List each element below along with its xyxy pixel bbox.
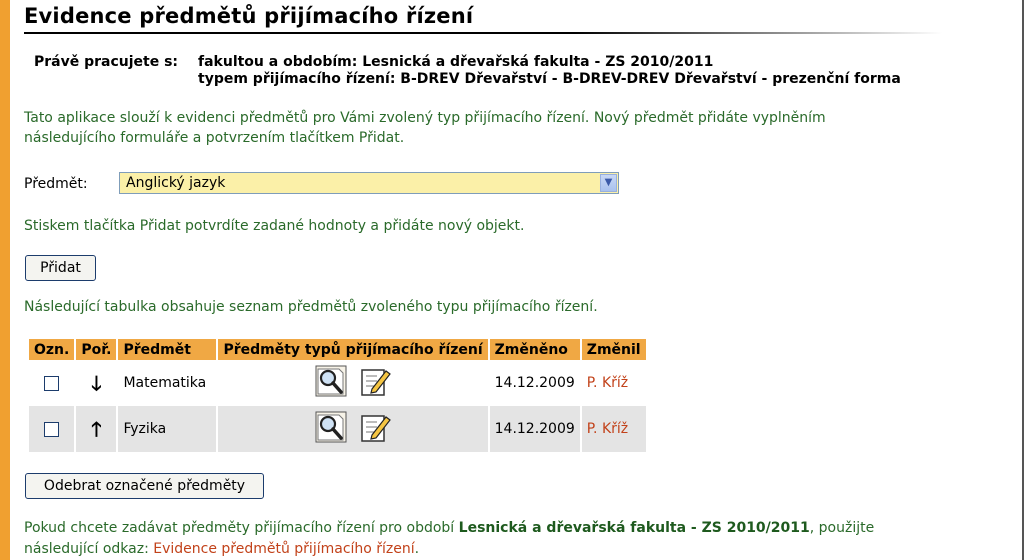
row-order-cell: 🡓 [76,360,117,406]
row-subject: Fyzika [118,406,217,452]
row-changed-by: P. Kříž [581,406,646,452]
row-subject: Matematika [118,360,217,406]
footer-period: Lesnická a dřevařská fakulta - ZS 2010/2… [458,520,810,536]
arrow-up-icon[interactable]: 🡑 [91,417,101,441]
footer-text: Pokud chcete zadávat předměty přijímacíh… [24,518,1024,560]
chevron-down-icon[interactable]: ▼ [600,174,617,192]
header-subject: Předmět [118,339,217,360]
row-changed: 14.12.2009 [489,406,580,452]
table-row: 🡓 Matematika 14.12.2009 P. Kříž [29,360,646,406]
changed-by-link[interactable]: P. Kříž [587,421,628,437]
row-mark-cell [29,360,75,406]
left-accent-bar [0,0,10,560]
intro-text: Tato aplikace slouží k evidenci předmětů… [24,108,1024,148]
remove-selected-button[interactable]: Odebrat označené předměty [25,473,264,499]
table-header-row: Ozn. Poř. Předmět Předměty typů přijímac… [29,339,646,360]
add-button[interactable]: Přidat [25,255,96,281]
context-admission-type: typem přijímacího řízení: B-DREV Dřevařs… [198,71,901,87]
arrow-down-icon[interactable]: 🡓 [91,371,101,395]
header-changed: Změněno [489,339,580,360]
add-hint: Stiskem tlačítka Přidat potvrdíte zadané… [24,218,525,234]
footer-link-tail: . [414,541,420,557]
header-order: Poř. [76,339,117,360]
footer-line-1: Pokud chcete zadávat předměty přijímacíh… [24,518,1024,539]
edit-icon[interactable] [359,411,392,447]
context-faculty-period: fakultou a obdobím: Lesnická a dřevařská… [198,54,714,70]
row-actions-cell [218,360,488,406]
title-underline [24,32,942,34]
row-actions-cell [218,406,488,452]
subject-label: Předmět: [24,176,88,192]
intro-line-2: následujícího formuláře a potvrzením tla… [24,130,405,146]
footer-link-prefix: následující odkaz: [24,541,154,557]
header-admission-subjects: Předměty typů přijímacího řízení [218,339,488,360]
header-mark: Ozn. [29,339,75,360]
changed-by-link[interactable]: P. Kříž [587,375,628,391]
row-changed-by: P. Kříž [581,360,646,406]
subjects-table: Ozn. Poř. Předmět Předměty typů přijímac… [27,339,648,452]
intro-line-1: Tato aplikace slouží k evidenci předmětů… [24,110,826,126]
footer-line-2: následující odkaz: Evidence předmětů při… [24,539,1024,560]
table-caption: Následující tabulka obsahuje seznam před… [24,299,598,315]
footer-text-after: , použijte [809,520,875,536]
subject-select[interactable]: Anglický jazyk ▼ [119,172,619,194]
edit-icon[interactable] [359,365,392,401]
magnifier-icon[interactable] [315,365,347,401]
page-title: Evidence předmětů přijímacího řízení [24,4,474,28]
row-changed: 14.12.2009 [489,360,580,406]
row-checkbox[interactable] [44,421,60,437]
table-row: 🡑 Fyzika 14.12.2009 P. Kříž [29,406,646,452]
row-checkbox[interactable] [44,375,60,391]
row-mark-cell [29,406,75,452]
magnifier-icon[interactable] [315,411,347,447]
subject-select-value: Anglický jazyk [126,175,226,191]
context-label: Právě pracujete s: [34,54,179,70]
footer-text-before: Pokud chcete zadávat předměty přijímacíh… [24,520,459,536]
row-order-cell: 🡑 [76,406,117,452]
footer-link[interactable]: Evidence předmětů přijímacího řízení [153,541,414,557]
header-changed-by: Změnil [581,339,646,360]
